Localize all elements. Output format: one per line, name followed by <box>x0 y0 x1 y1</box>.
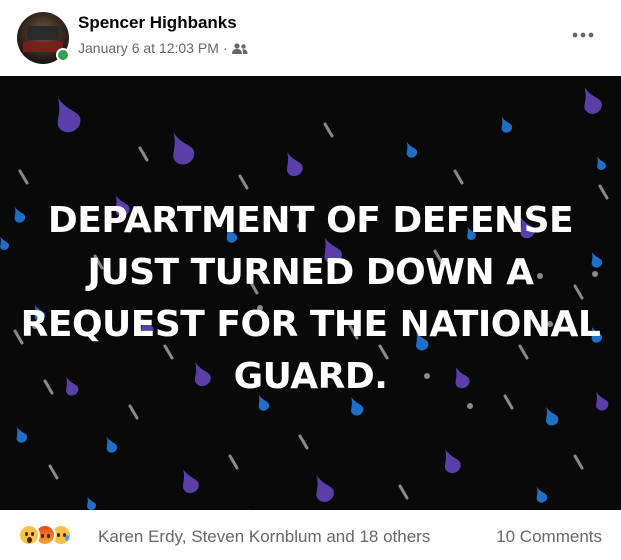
post-timestamp[interactable]: January 6 at 12:03 PM <box>78 40 219 56</box>
rain-streak <box>18 169 29 185</box>
rain-streak <box>138 146 149 162</box>
raindrop <box>445 449 461 474</box>
raindrop <box>183 469 199 494</box>
post-meta: January 6 at 12:03 PM · <box>78 40 248 56</box>
raindrop <box>316 475 334 502</box>
rain-streak <box>453 169 464 185</box>
headline-line-3: REQUEST FOR THE NATIONAL <box>20 304 601 345</box>
raindrop <box>536 486 548 503</box>
raindrop <box>106 436 118 453</box>
reacted-by-text[interactable]: Karen Erdy, Steven Kornblum and 18 other… <box>98 527 430 547</box>
author-avatar[interactable] <box>17 12 70 64</box>
post-image[interactable]: DEPARTMENT OF DEFENSE JUST TURNED DOWN A… <box>0 76 621 510</box>
headline-line-4: GUARD. <box>233 356 388 397</box>
rain-streak <box>323 122 334 138</box>
friends-icon[interactable] <box>231 42 248 54</box>
raindrop <box>287 152 303 177</box>
rain-streak <box>573 454 584 470</box>
headline-line-1: DEPARTMENT OF DEFENSE <box>47 200 574 241</box>
more-options-button[interactable] <box>571 28 595 40</box>
rain-streak <box>398 484 409 500</box>
rain-streak <box>48 464 59 480</box>
raindrop <box>87 496 96 510</box>
raindrop <box>546 406 559 426</box>
headline-line-2: JUST TURNED DOWN A <box>87 252 534 293</box>
image-headline: DEPARTMENT OF DEFENSE JUST TURNED DOWN A… <box>0 195 621 403</box>
comments-count[interactable]: 10 Comments <box>496 527 602 547</box>
facebook-post: Spencer Highbanks January 6 at 12:03 PM … <box>0 0 621 560</box>
raindrop <box>16 426 28 443</box>
more-horizontal-icon <box>572 32 594 38</box>
raindrop <box>406 141 418 158</box>
wow-reaction-icon <box>18 524 40 546</box>
rain-streak <box>238 174 249 190</box>
post-engagement-bar: Karen Erdy, Steven Kornblum and 18 other… <box>0 510 621 560</box>
rain-streak <box>228 454 239 470</box>
raindrop <box>597 156 606 170</box>
post-header: Spencer Highbanks January 6 at 12:03 PM … <box>0 0 621 76</box>
meta-separator: · <box>222 40 228 56</box>
raindrop <box>501 116 513 133</box>
raindrop <box>584 87 602 114</box>
rain-dot <box>467 403 473 409</box>
raindrop <box>173 132 195 165</box>
raindrop <box>57 97 81 133</box>
rain-streak <box>298 434 309 450</box>
online-status-indicator <box>56 48 70 62</box>
rain-streak <box>128 404 139 420</box>
reaction-summary[interactable] <box>18 524 72 546</box>
author-name[interactable]: Spencer Highbanks <box>78 13 237 33</box>
